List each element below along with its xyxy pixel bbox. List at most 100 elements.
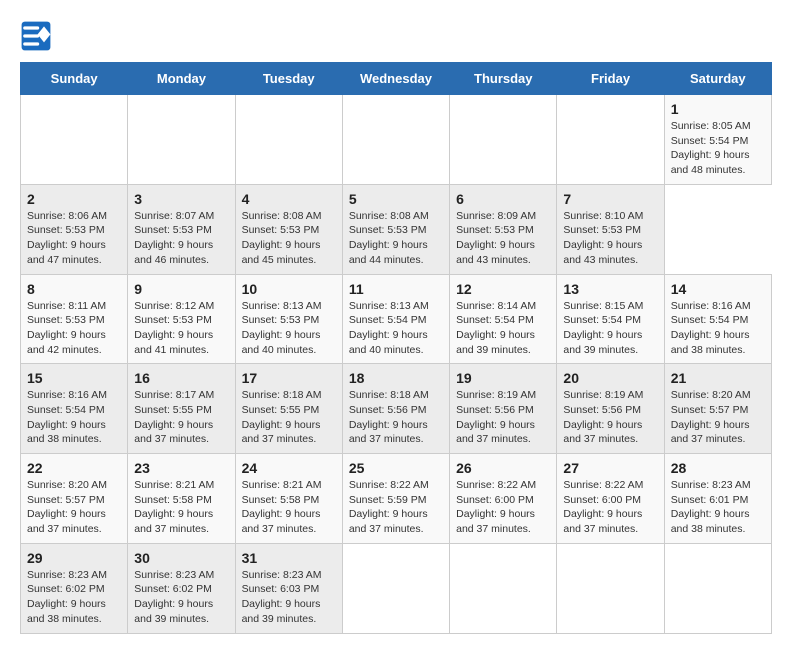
header-tuesday: Tuesday — [235, 63, 342, 95]
day-info: Sunrise: 8:19 AMSunset: 5:56 PMDaylight:… — [563, 388, 657, 447]
day-cell-3: 3Sunrise: 8:07 AMSunset: 5:53 PMDaylight… — [128, 184, 235, 274]
day-info: Sunrise: 8:10 AMSunset: 5:53 PMDaylight:… — [563, 209, 657, 268]
day-cell-9: 9Sunrise: 8:12 AMSunset: 5:53 PMDaylight… — [128, 274, 235, 364]
day-number: 15 — [27, 370, 121, 386]
day-number: 26 — [456, 460, 550, 476]
header-wednesday: Wednesday — [342, 63, 449, 95]
calendar-week-6: 29 Sunrise: 8:23 AMSunset: 6:02 PMDayligh… — [21, 543, 772, 633]
day-info: Sunrise: 8:09 AMSunset: 5:53 PMDaylight:… — [456, 209, 550, 268]
day-number: 1 — [671, 101, 765, 117]
logo — [20, 20, 58, 52]
day-cell-15: 15 Sunrise: 8:16 AMSunset: 5:54 PMDayligh… — [21, 364, 128, 454]
day-cell-11: 11 Sunrise: 8:13 AMSunset: 5:54 PMDayligh… — [342, 274, 449, 364]
day-cell-27: 27Sunrise: 8:22 AMSunset: 6:00 PMDayligh… — [557, 454, 664, 544]
day-number: 11 — [349, 281, 443, 297]
day-info: Sunrise: 8:14 AMSunset: 5:54 PMDaylight:… — [456, 299, 550, 358]
day-cell-31: 31 Sunrise: 8:23 AMSunset: 6:03 PMDayligh… — [235, 543, 342, 633]
day-cell-28: 28 Sunrise: 8:23 AMSunset: 6:01 PMDayligh… — [664, 454, 771, 544]
day-cell-4: 4Sunrise: 8:08 AMSunset: 5:53 PMDaylight… — [235, 184, 342, 274]
empty-cell — [557, 543, 664, 633]
day-number: 4 — [242, 191, 336, 207]
day-cell-30: 30 Sunrise: 8:23 AMSunset: 6:02 PMDayligh… — [128, 543, 235, 633]
day-cell-8: 8 Sunrise: 8:11 AMSunset: 5:53 PMDaylight… — [21, 274, 128, 364]
empty-cell — [450, 95, 557, 185]
day-number: 29 — [27, 550, 121, 566]
calendar-header-row: SundayMondayTuesdayWednesdayThursdayFrid… — [21, 63, 772, 95]
day-info: Sunrise: 8:20 AMSunset: 5:57 PMDaylight:… — [27, 478, 121, 537]
day-number: 18 — [349, 370, 443, 386]
day-cell-19: 19 Sunrise: 8:19 AMSunset: 5:56 PMDayligh… — [450, 364, 557, 454]
day-info: Sunrise: 8:06 AMSunset: 5:53 PMDaylight:… — [27, 209, 121, 268]
day-cell-16: 16 Sunrise: 8:17 AMSunset: 5:55 PMDayligh… — [128, 364, 235, 454]
day-number: 8 — [27, 281, 121, 297]
logo-icon — [20, 20, 52, 52]
day-cell-2: 2Sunrise: 8:06 AMSunset: 5:53 PMDaylight… — [21, 184, 128, 274]
day-info: Sunrise: 8:18 AMSunset: 5:56 PMDaylight:… — [349, 388, 443, 447]
calendar-week-5: 22 Sunrise: 8:20 AMSunset: 5:57 PMDayligh… — [21, 454, 772, 544]
day-info: Sunrise: 8:13 AMSunset: 5:53 PMDaylight:… — [242, 299, 336, 358]
day-cell-12: 12Sunrise: 8:14 AMSunset: 5:54 PMDayligh… — [450, 274, 557, 364]
day-number: 19 — [456, 370, 550, 386]
day-cell-26: 26 Sunrise: 8:22 AMSunset: 6:00 PMDayligh… — [450, 454, 557, 544]
day-number: 24 — [242, 460, 336, 476]
calendar-week-1: 1 Sunrise: 8:05 AMSunset: 5:54 PMDaylight… — [21, 95, 772, 185]
day-number: 31 — [242, 550, 336, 566]
empty-cell — [557, 95, 664, 185]
day-number: 14 — [671, 281, 765, 297]
day-number: 5 — [349, 191, 443, 207]
day-info: Sunrise: 8:11 AMSunset: 5:53 PMDaylight:… — [27, 299, 121, 358]
day-number: 6 — [456, 191, 550, 207]
day-info: Sunrise: 8:23 AMSunset: 6:02 PMDaylight:… — [27, 568, 121, 627]
calendar-week-3: 8 Sunrise: 8:11 AMSunset: 5:53 PMDaylight… — [21, 274, 772, 364]
header-thursday: Thursday — [450, 63, 557, 95]
day-cell-21: 21Sunrise: 8:20 AMSunset: 5:57 PMDayligh… — [664, 364, 771, 454]
day-number: 16 — [134, 370, 228, 386]
day-cell-13: 13 Sunrise: 8:15 AMSunset: 5:54 PMDayligh… — [557, 274, 664, 364]
header-saturday: Saturday — [664, 63, 771, 95]
calendar-table: SundayMondayTuesdayWednesdayThursdayFrid… — [20, 62, 772, 634]
day-info: Sunrise: 8:22 AMSunset: 6:00 PMDaylight:… — [563, 478, 657, 537]
day-info: Sunrise: 8:22 AMSunset: 5:59 PMDaylight:… — [349, 478, 443, 537]
day-info: Sunrise: 8:19 AMSunset: 5:56 PMDaylight:… — [456, 388, 550, 447]
day-cell-23: 23Sunrise: 8:21 AMSunset: 5:58 PMDayligh… — [128, 454, 235, 544]
header-monday: Monday — [128, 63, 235, 95]
day-cell-7: 7 Sunrise: 8:10 AMSunset: 5:53 PMDaylight… — [557, 184, 664, 274]
day-info: Sunrise: 8:18 AMSunset: 5:55 PMDaylight:… — [242, 388, 336, 447]
day-cell-24: 24Sunrise: 8:21 AMSunset: 5:58 PMDayligh… — [235, 454, 342, 544]
day-number: 23 — [134, 460, 228, 476]
day-info: Sunrise: 8:05 AMSunset: 5:54 PMDaylight:… — [671, 119, 765, 178]
header-friday: Friday — [557, 63, 664, 95]
day-info: Sunrise: 8:15 AMSunset: 5:54 PMDaylight:… — [563, 299, 657, 358]
day-cell-17: 17 Sunrise: 8:18 AMSunset: 5:55 PMDayligh… — [235, 364, 342, 454]
day-info: Sunrise: 8:22 AMSunset: 6:00 PMDaylight:… — [456, 478, 550, 537]
day-number: 28 — [671, 460, 765, 476]
day-info: Sunrise: 8:16 AMSunset: 5:54 PMDaylight:… — [671, 299, 765, 358]
empty-cell — [342, 95, 449, 185]
empty-cell — [21, 95, 128, 185]
day-info: Sunrise: 8:23 AMSunset: 6:01 PMDaylight:… — [671, 478, 765, 537]
day-number: 22 — [27, 460, 121, 476]
day-number: 17 — [242, 370, 336, 386]
day-info: Sunrise: 8:13 AMSunset: 5:54 PMDaylight:… — [349, 299, 443, 358]
page-header — [20, 20, 772, 52]
day-number: 3 — [134, 191, 228, 207]
day-cell-1: 1 Sunrise: 8:05 AMSunset: 5:54 PMDaylight… — [664, 95, 771, 185]
day-info: Sunrise: 8:23 AMSunset: 6:02 PMDaylight:… — [134, 568, 228, 627]
empty-cell — [450, 543, 557, 633]
day-cell-20: 20Sunrise: 8:19 AMSunset: 5:56 PMDayligh… — [557, 364, 664, 454]
header-sunday: Sunday — [21, 63, 128, 95]
empty-cell — [128, 95, 235, 185]
day-cell-22: 22 Sunrise: 8:20 AMSunset: 5:57 PMDayligh… — [21, 454, 128, 544]
day-info: Sunrise: 8:16 AMSunset: 5:54 PMDaylight:… — [27, 388, 121, 447]
day-info: Sunrise: 8:23 AMSunset: 6:03 PMDaylight:… — [242, 568, 336, 627]
day-info: Sunrise: 8:17 AMSunset: 5:55 PMDaylight:… — [134, 388, 228, 447]
day-cell-25: 25 Sunrise: 8:22 AMSunset: 5:59 PMDayligh… — [342, 454, 449, 544]
empty-cell — [664, 543, 771, 633]
day-number: 25 — [349, 460, 443, 476]
day-number: 7 — [563, 191, 657, 207]
empty-cell — [342, 543, 449, 633]
day-cell-6: 6 Sunrise: 8:09 AMSunset: 5:53 PMDaylight… — [450, 184, 557, 274]
day-number: 30 — [134, 550, 228, 566]
day-number: 13 — [563, 281, 657, 297]
day-number: 21 — [671, 370, 765, 386]
